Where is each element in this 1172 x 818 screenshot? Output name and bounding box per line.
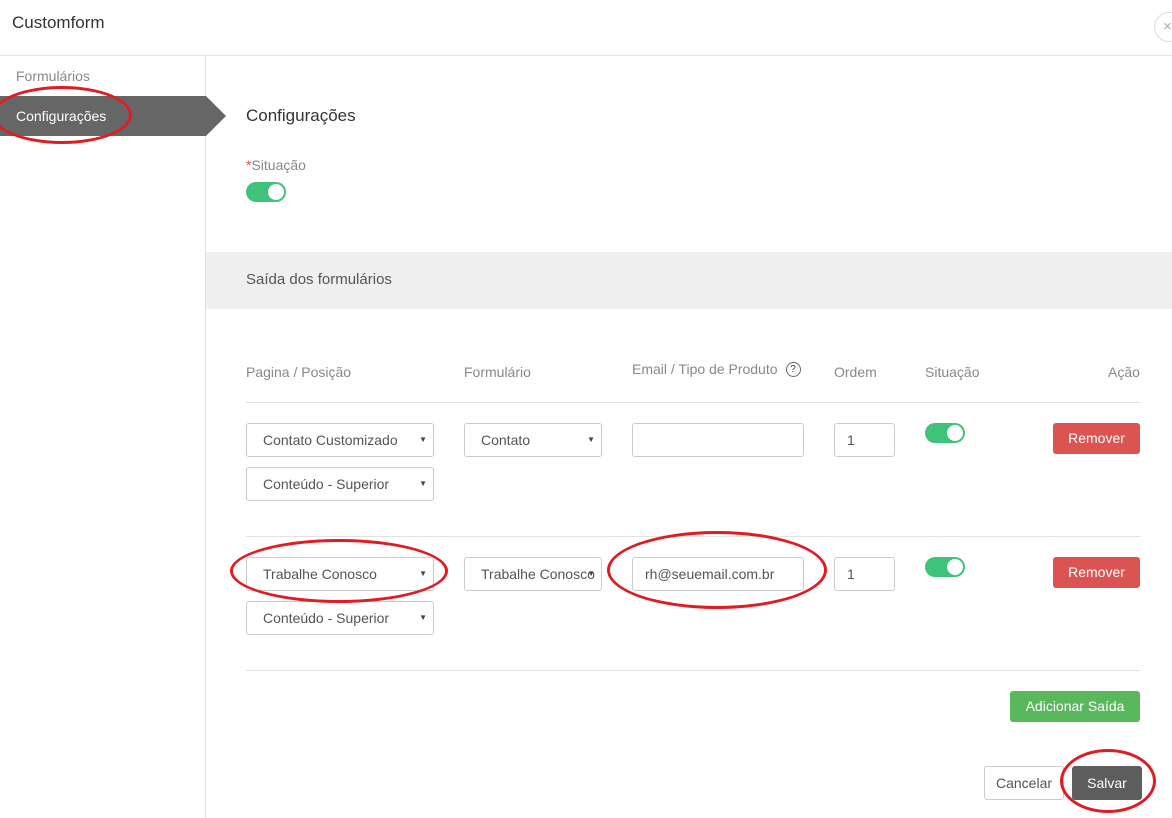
row-situacao-toggle[interactable] <box>925 557 965 577</box>
order-input[interactable]: 1 <box>834 423 895 457</box>
sidebar-item-formularios[interactable]: Formulários <box>0 56 206 96</box>
save-button[interactable]: Salvar <box>1072 766 1142 800</box>
column-header-formulario: Formulário <box>464 364 531 380</box>
caret-down-icon: ▼ <box>587 435 595 444</box>
outputs-section-header: Saída dos formulários <box>206 252 1172 309</box>
help-circle-icon[interactable]: ? <box>785 361 801 377</box>
caret-down-icon: ▼ <box>419 479 427 488</box>
page-select-value: Contato Customizado <box>263 432 398 448</box>
toggle-knob <box>947 559 963 575</box>
position-select[interactable]: Conteúdo - Superior ▼ <box>246 467 434 501</box>
main-content: Configurações *Situação Saída dos formul… <box>206 56 1172 818</box>
position-select[interactable]: Conteúdo - Superior ▼ <box>246 601 434 635</box>
column-header-situacao: Situação <box>925 364 980 380</box>
divider <box>246 536 1140 537</box>
close-icon[interactable]: × <box>1154 12 1172 42</box>
title-bar: Customform × <box>0 0 1172 56</box>
caret-down-icon: ▼ <box>419 613 427 622</box>
row-situacao-toggle[interactable] <box>925 423 965 443</box>
page-select-value: Trabalhe Conosco <box>263 566 377 582</box>
column-header-email-text: Email / Tipo de Produto <box>632 361 778 377</box>
cancel-button[interactable]: Cancelar <box>984 766 1064 800</box>
page-title: Configurações <box>246 106 356 125</box>
sidebar-item-configuracoes[interactable]: Configurações <box>0 96 226 136</box>
email-input[interactable] <box>632 423 804 457</box>
column-header-email: Email / Tipo de Produto? <box>632 361 801 378</box>
position-select-value: Conteúdo - Superior <box>263 476 390 492</box>
column-header-pagina: Pagina / Posição <box>246 364 352 380</box>
remove-button[interactable]: Remover <box>1053 557 1140 588</box>
page-select[interactable]: Trabalhe Conosco ▼ <box>246 557 434 591</box>
caret-down-icon: ▼ <box>419 435 427 444</box>
email-input[interactable]: rh@seuemail.com.br <box>632 557 804 591</box>
situacao-label: *Situação <box>246 157 306 173</box>
remove-button[interactable]: Remover <box>1053 423 1140 454</box>
situacao-toggle[interactable] <box>246 182 286 202</box>
form-select-value: Trabalhe Conosco <box>481 566 595 582</box>
position-select-value: Conteúdo - Superior <box>263 610 390 626</box>
form-select-value: Contato <box>481 432 531 448</box>
divider <box>246 402 1140 403</box>
order-input[interactable]: 1 <box>834 557 895 591</box>
app-title: Customform <box>12 13 105 32</box>
form-select[interactable]: Contato ▼ <box>464 423 602 457</box>
sidebar: Formulários Configurações <box>0 56 226 818</box>
toggle-knob <box>947 425 963 441</box>
outputs-section-title: Saída dos formulários <box>246 271 392 288</box>
caret-down-icon: ▼ <box>587 569 595 578</box>
add-output-button[interactable]: Adicionar Saída <box>1010 691 1140 722</box>
column-header-acao: Ação <box>1108 364 1140 380</box>
column-header-ordem: Ordem <box>834 364 877 380</box>
caret-down-icon: ▼ <box>419 569 427 578</box>
form-select[interactable]: Trabalhe Conosco ▼ <box>464 557 602 591</box>
toggle-knob <box>268 184 284 200</box>
situacao-label-text: Situação <box>251 157 306 173</box>
page-select[interactable]: Contato Customizado ▼ <box>246 423 434 457</box>
divider <box>246 670 1140 671</box>
